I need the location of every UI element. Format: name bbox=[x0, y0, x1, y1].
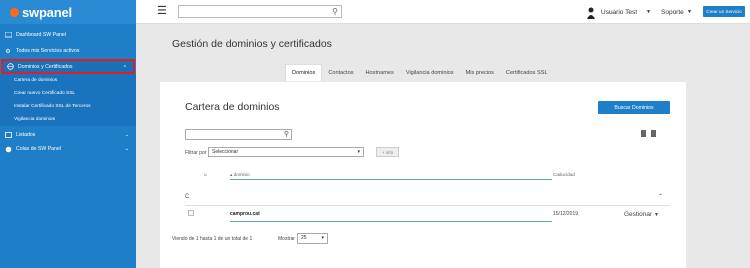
globe-icon bbox=[6, 63, 14, 70]
chevron-up-icon: ^ bbox=[123, 65, 126, 71]
sidebar: swpanel Dashboard SW Panel ⚙ Todos mis S… bbox=[0, 0, 136, 268]
filter-label: Filtrar por bbox=[185, 150, 207, 156]
page-size-value: 25 bbox=[301, 235, 307, 241]
caret-down-icon[interactable]: ▼ bbox=[646, 9, 651, 15]
sidebar-submenu: Cartera de dominios Crear nuevo Certific… bbox=[0, 74, 136, 126]
logo-text: swpanel bbox=[22, 4, 72, 20]
logo-icon bbox=[10, 7, 19, 17]
row-checkbox[interactable] bbox=[188, 210, 194, 216]
tab-certificados[interactable]: Certificados SSL bbox=[500, 64, 554, 81]
create-service-button[interactable]: Crear un Servicio bbox=[703, 6, 745, 17]
chevron-up-icon[interactable]: ⌃ bbox=[658, 193, 663, 200]
column-header-expires[interactable]: Caducidad bbox=[553, 172, 575, 177]
hamburger-menu-icon[interactable]: ☰ bbox=[157, 6, 167, 17]
sidebar-subitem-vigilancia[interactable]: Vigilancia dominios bbox=[0, 113, 136, 126]
sidebar-item-label: Dashboard SW Panel bbox=[16, 32, 66, 38]
sidebar-subitem-crear-ssl[interactable]: Crear nuevo Certificado SSL bbox=[0, 87, 136, 100]
caret-down-icon: ▾ bbox=[357, 149, 360, 155]
sidebar-subitem-instalar-ssl[interactable]: Instalar Certificado SSL de Terceros bbox=[0, 100, 136, 113]
domains-card: Cartera de dominios Buscar Dominios ⚲ Fi… bbox=[160, 82, 686, 268]
tabs: Dominios Contactos Hostnames Vigilancia … bbox=[285, 64, 554, 82]
info-button[interactable]: + info bbox=[376, 147, 399, 157]
sidebar-item-label: Listados bbox=[16, 132, 36, 138]
group-label: C bbox=[185, 194, 190, 200]
sidebar-nav: Dashboard SW Panel ⚙ Todos mis Servicios… bbox=[0, 28, 136, 156]
user-menu[interactable]: Usuario Test bbox=[601, 9, 637, 16]
tab-dominios[interactable]: Dominios bbox=[285, 64, 323, 81]
filter-select-value: Seleccionar bbox=[212, 149, 239, 155]
divider bbox=[230, 221, 552, 222]
show-label: Mostrar bbox=[278, 236, 295, 242]
user-avatar-icon[interactable] bbox=[586, 6, 596, 19]
pagination-info: Viendo de 1 hasta 1 de un total de 1 bbox=[172, 236, 253, 242]
tab-vigilancia[interactable]: Vigilancia dominios bbox=[400, 64, 460, 81]
list-icon bbox=[4, 132, 12, 139]
domain-search-input[interactable]: ⚲ bbox=[185, 129, 292, 140]
page-size-select[interactable]: 25 ▾ bbox=[297, 233, 328, 244]
sidebar-item-dashboard[interactable]: Dashboard SW Panel bbox=[0, 28, 136, 42]
queue-icon bbox=[4, 146, 12, 153]
sidebar-item-label: Colas de SW Panel bbox=[16, 146, 61, 152]
logo[interactable]: swpanel bbox=[0, 0, 136, 24]
tab-contactos[interactable]: Contactos bbox=[322, 64, 359, 81]
column-header-u[interactable]: u bbox=[204, 172, 207, 177]
tab-mis-precios[interactable]: Mis precios bbox=[460, 64, 500, 81]
row-domain[interactable]: camprou.cat bbox=[230, 211, 260, 217]
caret-down-icon: ▾ bbox=[321, 235, 324, 241]
sidebar-item-label: Dominios y Certificados bbox=[18, 63, 73, 70]
sidebar-item-listados[interactable]: Listados ⌄ bbox=[0, 128, 136, 142]
row-expires: 15/12/2019 bbox=[553, 211, 579, 217]
page-title: Gestión de dominios y certificados bbox=[172, 38, 332, 50]
tab-hostnames[interactable]: Hostnames bbox=[360, 64, 400, 81]
sidebar-subitem-cartera[interactable]: Cartera de dominios bbox=[0, 74, 136, 87]
caret-down-icon[interactable]: ▼ bbox=[687, 9, 692, 15]
export-csv-icon[interactable] bbox=[651, 130, 656, 137]
sidebar-item-dominios[interactable]: Dominios y Certificados ^ bbox=[1, 59, 135, 74]
manage-label: Gestionar bbox=[624, 211, 653, 218]
sidebar-item-label: Todos mis Servicios activos bbox=[16, 48, 80, 54]
divider bbox=[230, 179, 552, 180]
support-menu[interactable]: Soporte bbox=[661, 9, 684, 16]
search-input[interactable]: ⚲ bbox=[178, 5, 342, 18]
topbar: ☰ ⚲ Usuario Test ▼ Soporte ▼ Crear un Se… bbox=[136, 0, 750, 24]
chevron-down-icon: ⌄ bbox=[124, 132, 129, 138]
chevron-down-icon: ⌄ bbox=[124, 146, 129, 152]
divider bbox=[185, 205, 670, 206]
caret-down-icon: ▼ bbox=[654, 212, 659, 218]
card-title: Cartera de dominios bbox=[185, 101, 280, 113]
column-header-domain[interactable]: ▴ dominio bbox=[230, 172, 250, 178]
search-domains-button[interactable]: Buscar Dominios bbox=[598, 101, 670, 114]
gear-icon: ⚙ bbox=[5, 48, 11, 55]
search-icon[interactable]: ⚲ bbox=[332, 7, 338, 16]
manage-dropdown[interactable]: Gestionar ▼ bbox=[624, 211, 659, 218]
search-icon[interactable]: ⚲ bbox=[284, 130, 289, 138]
export-pdf-icon[interactable] bbox=[641, 130, 646, 137]
filter-select[interactable]: Seleccionar ▾ bbox=[208, 147, 364, 157]
sidebar-item-servicios[interactable]: ⚙ Todos mis Servicios activos bbox=[0, 44, 136, 58]
sidebar-item-colas[interactable]: Colas de SW Panel ⌄ bbox=[0, 142, 136, 156]
dashboard-icon bbox=[4, 32, 12, 39]
